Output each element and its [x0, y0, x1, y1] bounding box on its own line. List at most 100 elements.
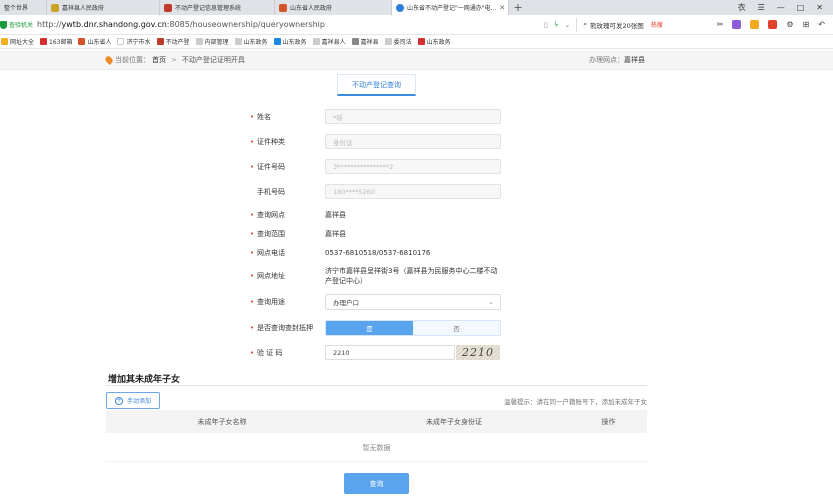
bookmark-item[interactable]: 山东政务	[234, 37, 268, 46]
extension-icon[interactable]	[750, 20, 760, 29]
purpose-select[interactable]: 办理户口 ⌄	[325, 293, 501, 310]
search-box[interactable]: ⌕ 熊玫瑰可发20张图 热搜	[576, 17, 692, 32]
phone-input[interactable]: 180****5260	[325, 184, 501, 199]
scissors-icon[interactable]: ✂	[717, 20, 724, 29]
field-label: 查询范围	[257, 229, 285, 238]
breadcrumb: 当前位置： 首页 > 不动产登记证明开具 办理网点：嘉祥县	[0, 50, 833, 70]
manual-add-button[interactable]: + 手动添加	[106, 392, 160, 409]
tab-label: 整个世界	[4, 5, 29, 12]
bookmark-item[interactable]: 网址大全	[1, 37, 34, 46]
browser-tab-bar: 整个世界 嘉祥县人民政府 不动产登记信息管理系统 山东省人民政府 山东省不动产登…	[0, 0, 833, 15]
page-icon	[51, 3, 59, 12]
maximize-button[interactable]: □	[797, 3, 805, 12]
field-label: 验 证 码	[257, 348, 283, 357]
search-icon: ⌕	[583, 20, 588, 28]
new-tab-button[interactable]: +	[509, 0, 527, 15]
bookmark-icon	[273, 38, 281, 45]
bookmark-item[interactable]: 163邮箱	[40, 37, 72, 46]
lightning-icon[interactable]: ϟ	[554, 21, 559, 29]
url-host: ywtb.dnr.shandong.gov.cn	[61, 20, 167, 29]
tab-label: 嘉祥县人民政府	[62, 5, 105, 12]
id-number-input[interactable]: 3****************2	[325, 159, 501, 174]
chevron-down-icon[interactable]: ⌄	[565, 21, 571, 29]
captcha-input[interactable]: 2210	[325, 345, 455, 360]
bookmark-item[interactable]: 嘉祥县人	[312, 37, 346, 46]
bookmark-item[interactable]: 山东政务	[273, 37, 307, 46]
query-scope-value: 嘉祥县	[325, 229, 346, 238]
field-label: 姓名	[257, 112, 271, 121]
form-row-phone: 手机号码 180****5260	[250, 183, 501, 200]
grid-icon[interactable]: ⊞	[803, 20, 810, 29]
column-header-id: 未成年子女身份证	[426, 417, 482, 426]
seal-query-toggle: 是 否	[325, 319, 501, 336]
security-badge[interactable]: 查验机关	[0, 20, 33, 29]
field-label: 查询网点	[257, 210, 285, 219]
required-mark: •	[250, 348, 255, 357]
site-favicon-icon	[396, 3, 404, 12]
table-header: 未成年子女名称 未成年子女身份证 操作	[106, 410, 647, 433]
browser-tab[interactable]: 山东省人民政府	[275, 0, 392, 15]
breadcrumb-separator: >	[171, 55, 177, 64]
required-mark: •	[250, 272, 255, 280]
browser-tab[interactable]: 嘉祥县人民政府	[47, 0, 160, 15]
required-mark: •	[250, 229, 255, 238]
office-phone-value: 0537-6810518/0537-6810176	[325, 248, 431, 257]
close-tab-icon[interactable]: ✕	[499, 4, 505, 12]
bookmark-item[interactable]: 内部管理	[195, 37, 229, 46]
minimize-button[interactable]: —	[777, 3, 785, 12]
office-indicator: 办理网点：嘉祥县	[589, 55, 645, 65]
bookmark-icon	[417, 38, 425, 45]
skin-icon[interactable]: 衣	[738, 2, 746, 13]
purpose-selected-value: 办理户口	[333, 298, 359, 307]
bookmark-label: 山东政务	[243, 39, 268, 46]
bookmark-label: 内部管理	[204, 39, 229, 46]
search-suggestion: 熊玫瑰可发20张图	[590, 21, 644, 30]
close-window-button[interactable]: ✕	[816, 3, 823, 12]
id-type-input[interactable]: 身份证	[325, 134, 501, 149]
bookmark-label: 山东政务	[282, 39, 307, 46]
bookmark-item[interactable]: 委司法	[384, 37, 412, 46]
seal-query-no-option[interactable]: 否	[413, 320, 500, 335]
bookmark-item[interactable]: 山东省人	[78, 37, 111, 46]
query-office-value: 嘉祥县	[325, 210, 346, 219]
required-mark: •	[250, 323, 255, 332]
section-divider	[106, 385, 647, 386]
extension-icon[interactable]	[768, 20, 778, 29]
reader-icon[interactable]: ▯	[544, 21, 548, 29]
browser-tab[interactable]: 整个世界	[0, 0, 47, 15]
bookmark-item[interactable]: 嘉祥县	[351, 37, 379, 46]
tab-label: 山东省不动产登记"一网通办"电...	[407, 5, 497, 12]
window-controls: 衣 ☰ — □ ✕	[738, 0, 833, 15]
bookmark-label: 山东省人	[87, 39, 112, 46]
browser-tab-active[interactable]: 山东省不动产登记"一网通办"电... ✕	[392, 0, 509, 15]
bookmark-item[interactable]: 济宁市水	[117, 37, 151, 46]
field-label: 网点电话	[257, 248, 285, 257]
form-row-query-office: • 查询网点 嘉祥县	[250, 206, 346, 223]
field-label: 证件号码	[257, 162, 285, 171]
form-row-id-type: • 证件种类 身份证	[250, 133, 501, 150]
required-mark: •	[250, 112, 255, 121]
browser-tab[interactable]: 不动产登记信息管理系统	[160, 0, 275, 15]
chevron-down-icon: ⌄	[488, 297, 494, 306]
bookmark-item[interactable]: 不动产登	[156, 37, 190, 46]
bookmark-label: 不动产登	[165, 39, 190, 46]
bookmark-icon	[40, 38, 48, 45]
bookmark-icon	[156, 38, 164, 45]
url-field[interactable]: http://ywtb.dnr.shandong.gov.cn:8085/hou…	[37, 17, 544, 32]
breadcrumb-home-link[interactable]: 首页	[152, 55, 166, 65]
seal-query-yes-option[interactable]: 是	[326, 320, 413, 335]
settings-icon[interactable]: ⚙	[786, 20, 793, 29]
hot-search-badge[interactable]: 热搜	[651, 20, 663, 29]
name-input[interactable]: *瑶	[325, 109, 501, 124]
bookmark-item[interactable]: 山东政务	[417, 37, 451, 46]
extension-icon[interactable]	[732, 20, 742, 29]
shield-icon	[0, 20, 7, 29]
menu-icon[interactable]: ☰	[758, 3, 765, 12]
undo-icon[interactable]: ↶	[818, 20, 825, 29]
captcha-image[interactable]: 2210	[456, 345, 500, 360]
manual-add-label: 手动添加	[126, 398, 151, 405]
section-title: 增加其未成年子女	[108, 375, 181, 385]
form-row-office-phone: • 网点电话 0537-6810518/0537-6810176	[250, 244, 430, 261]
query-submit-button[interactable]: 查询	[344, 473, 409, 494]
tab-property-query[interactable]: 不动产登记查询	[337, 74, 416, 96]
